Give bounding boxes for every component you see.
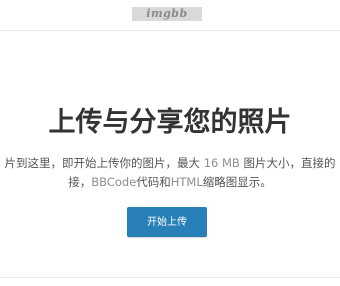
description-text: 缩略图显示。 — [202, 175, 272, 189]
html-label: HTML — [170, 175, 203, 189]
description-text: 图片大小，直接的 — [239, 156, 336, 170]
description-text: 接， — [68, 175, 92, 189]
description-line-2: 接，BBCode代码和HTML缩略图显示。 — [0, 173, 340, 192]
hero-title: 上传与分享您的照片 — [48, 107, 292, 138]
divider — [0, 277, 340, 278]
description-line-1: 片到这里，即开始上传你的图片，最大 16 MB 图片大小，直接的 — [0, 154, 340, 173]
max-size-value: 16 MB — [203, 156, 240, 170]
description-text: 片到这里，即开始上传你的图片，最大 — [4, 156, 204, 170]
start-upload-button[interactable]: 开始上传 — [127, 207, 207, 237]
top-bar: imgbb — [0, 0, 340, 31]
hero-description: 片到这里，即开始上传你的图片，最大 16 MB 图片大小，直接的 接，BBCod… — [0, 154, 340, 192]
page: imgbb 上传与分享您的照片 片到这里，即开始上传你的图片，最大 16 MB … — [0, 0, 340, 286]
bbcode-label: BBCode — [91, 175, 137, 189]
description-text: 代码和 — [136, 175, 171, 189]
imgbb-logo[interactable]: imgbb — [132, 7, 202, 21]
